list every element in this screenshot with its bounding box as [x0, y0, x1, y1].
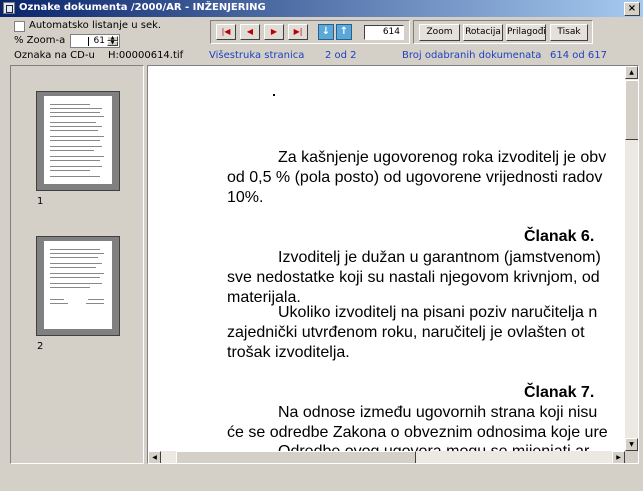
zoom-button[interactable]: Zoom	[419, 24, 460, 41]
page-down-button[interactable]: ↓	[318, 24, 334, 40]
scroll-left-icon[interactable]: ◀	[148, 451, 161, 463]
auto-list-label: Automatsko listanje u sek.	[29, 20, 162, 31]
app-icon	[3, 2, 15, 14]
selected-value: 614 od 617	[550, 50, 607, 61]
thumbnail-paper	[44, 241, 112, 329]
article-heading: Članak 7.	[524, 384, 595, 401]
horizontal-scroll-thumb[interactable]	[176, 451, 416, 463]
page-up-button[interactable]: ↑	[336, 24, 352, 40]
horizontal-scrollbar[interactable]: ◀ ▶	[148, 451, 625, 463]
auto-list-checkbox[interactable]	[14, 21, 25, 32]
action-toolbar: Zoom Rotacija Prilagođi Tisak	[413, 20, 593, 44]
navigation-toolbar: |◀ ◀ ▶ ▶| ↓ ↑ 614	[210, 20, 410, 44]
zoom-input[interactable]: 61 ▲ ▼	[70, 34, 120, 48]
next-page-button[interactable]: ▶	[264, 24, 284, 40]
fit-button[interactable]: Prilagođi	[506, 24, 546, 41]
document-line: sve nedostatke koji su nastali njegovom …	[227, 269, 600, 286]
document-line: trošak izvoditelja.	[227, 344, 350, 361]
zoom-label: % Zoom-a	[14, 35, 66, 46]
close-button[interactable]: ×	[624, 2, 640, 16]
text-cursor	[88, 37, 89, 46]
document-viewer[interactable]: Za kašnjenje ugovorenog roka izvoditelj …	[147, 65, 639, 464]
next-page-icon: ▶	[270, 27, 278, 36]
multipage-value: 2 od 2	[325, 50, 357, 61]
print-button[interactable]: Tisak	[550, 24, 588, 41]
document-line: će se odredbe Zakona o obveznim odnosima…	[227, 424, 608, 441]
thumbnail-page-2[interactable]	[36, 236, 120, 336]
multipage-label: Višestruka stranica	[209, 50, 305, 61]
spin-down-icon[interactable]: ▼	[107, 41, 118, 46]
article-heading: Članak 6.	[524, 228, 595, 245]
document-line: Na odnose između ugovornih strana koji n…	[278, 404, 598, 421]
thumbnail-paper	[44, 96, 112, 184]
document-line: Izvoditelj je dužan u garantnom (jamstve…	[278, 249, 601, 266]
prev-page-button[interactable]: ◀	[240, 24, 260, 40]
document-line: zajednički utvrđenom roku, naručitelj je…	[227, 324, 585, 341]
thumbnail-page-1[interactable]	[36, 91, 120, 191]
thumbnail-panel: 1 2	[10, 65, 144, 464]
rotate-button[interactable]: Rotacija	[463, 24, 503, 41]
thumbnail-number: 2	[37, 341, 44, 352]
page-number-input[interactable]: 614	[364, 25, 404, 40]
scroll-up-icon[interactable]: ▲	[625, 66, 638, 79]
document-line: Za kašnjenje ugovorenog roka izvoditelj …	[278, 149, 607, 166]
prev-page-icon: ◀	[246, 27, 254, 36]
last-page-button[interactable]: ▶|	[288, 24, 308, 40]
cd-label: Oznaka na CD-u	[14, 50, 95, 61]
document-line: od 0,5 % (pola posto) od ugovorene vrije…	[227, 169, 603, 186]
last-page-icon: ▶|	[293, 27, 303, 36]
first-page-button[interactable]: |◀	[216, 24, 236, 40]
scan-speck	[273, 94, 275, 96]
arrow-up-icon: ↑	[339, 26, 349, 37]
vertical-scrollbar[interactable]: ▲ ▼	[625, 66, 638, 451]
title-bar: Oznake dokumenta /2000/AR - INŽENJERING …	[0, 0, 643, 17]
scroll-right-icon[interactable]: ▶	[612, 451, 625, 463]
scroll-corner	[625, 451, 638, 463]
scroll-down-icon[interactable]: ▼	[625, 438, 638, 451]
vertical-scroll-thumb[interactable]	[625, 80, 638, 140]
first-page-icon: |◀	[221, 27, 231, 36]
document-line: Ukoliko izvoditelj na pisani poziv naruč…	[278, 304, 598, 321]
zoom-spinner[interactable]: ▲ ▼	[107, 36, 118, 46]
thumbnail-number: 1	[37, 196, 44, 207]
selected-label: Broj odabranih dokumenata	[402, 50, 542, 61]
window-title: Oznake dokumenta /2000/AR - INŽENJERING	[19, 2, 266, 13]
document-line: 10%.	[227, 189, 264, 206]
zoom-value: 61	[93, 36, 105, 46]
cd-value: H:00000614.tif	[108, 50, 184, 61]
arrow-down-icon: ↓	[321, 26, 331, 37]
document-page: Za kašnjenje ugovorenog roka izvoditelj …	[148, 66, 625, 460]
